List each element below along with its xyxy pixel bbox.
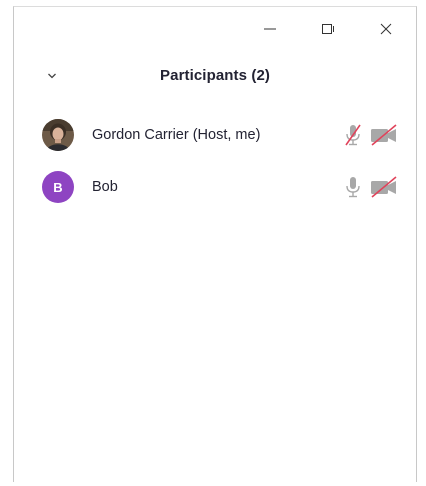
participant-name: Bob — [92, 179, 118, 195]
popout-icon — [322, 24, 334, 34]
title-bar — [14, 7, 416, 51]
close-icon — [380, 23, 392, 35]
video-off-icon[interactable] — [368, 174, 400, 200]
participant-status-icons — [342, 174, 400, 200]
minimize-icon — [264, 28, 276, 30]
avatar — [42, 119, 74, 151]
mic-muted-icon[interactable] — [342, 122, 364, 148]
participant-list: Gordon Carrier (Host, me) B Bob — [14, 109, 416, 213]
participants-header: Participants (2) — [14, 61, 416, 91]
avatar-initial: B — [53, 179, 63, 195]
minimize-button[interactable] — [252, 15, 288, 43]
participant-name: Gordon Carrier (Host, me) — [92, 127, 261, 143]
panel-title: Participants (2) — [160, 67, 270, 84]
popout-button[interactable] — [310, 15, 346, 43]
video-off-icon[interactable] — [368, 122, 400, 148]
avatar: B — [42, 171, 74, 203]
participant-status-icons — [342, 122, 400, 148]
close-button[interactable] — [368, 15, 404, 43]
mic-icon[interactable] — [342, 174, 364, 200]
participant-row[interactable]: B Bob — [14, 161, 416, 213]
participants-window: Participants (2) Gordon Carrier (Host, m… — [13, 6, 417, 482]
participant-row[interactable]: Gordon Carrier (Host, me) — [14, 109, 416, 161]
user-photo-icon — [42, 119, 74, 151]
